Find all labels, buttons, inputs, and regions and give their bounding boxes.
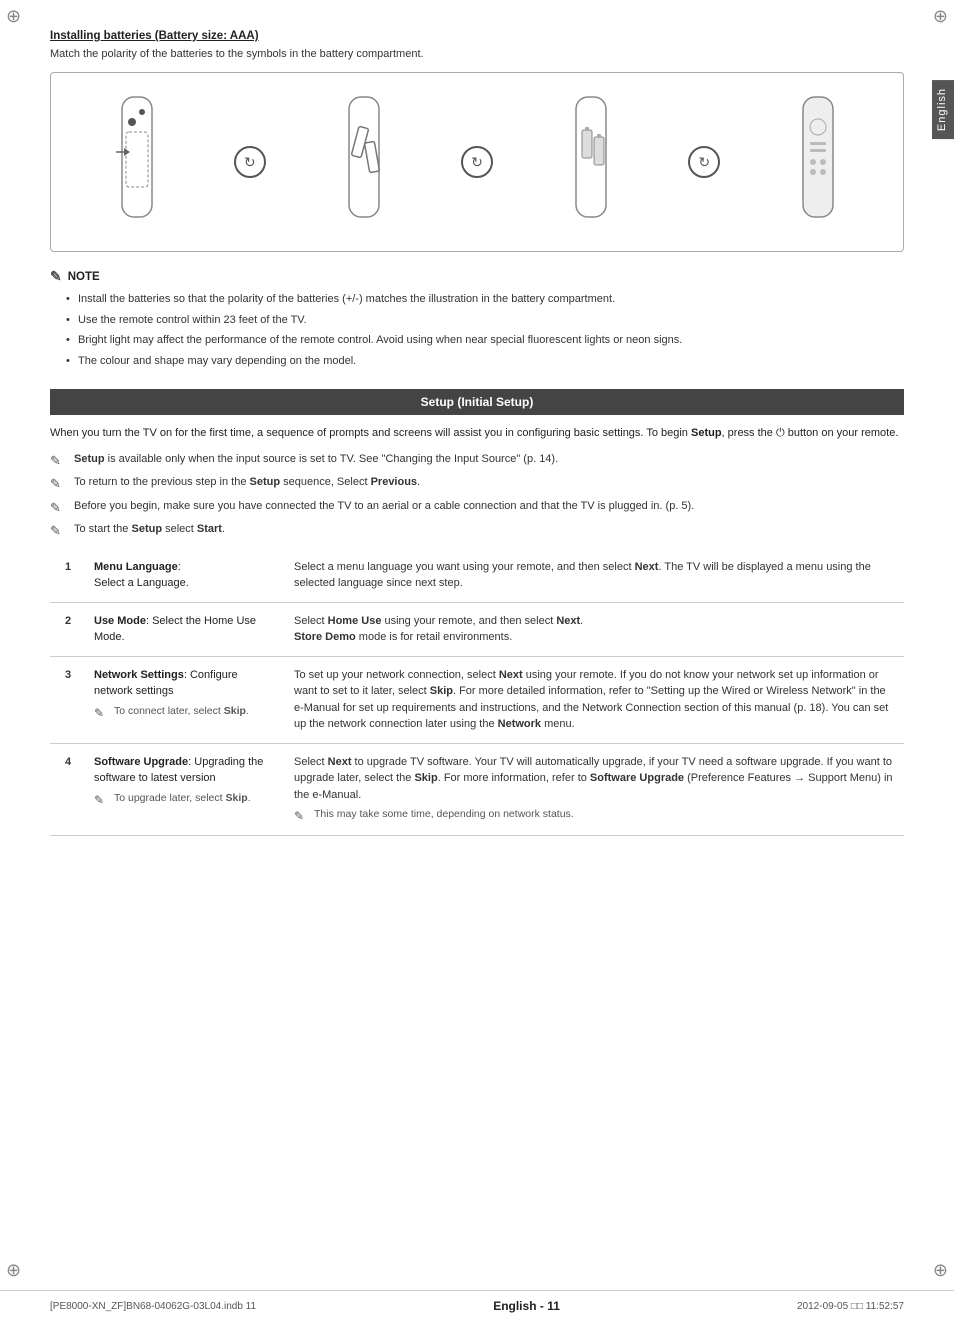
note-item-1: Install the batteries so that the polari… <box>66 291 904 308</box>
main-content: Installing batteries (Battery size: AAA)… <box>0 0 954 1290</box>
step-num-2: 2 <box>50 602 86 656</box>
battery-step-2 <box>331 92 396 232</box>
arrow-1: ↻ <box>234 146 266 178</box>
step-num-3: 3 <box>50 656 86 743</box>
step-desc-subnote-text-4: This may take some time, depending on ne… <box>314 807 574 823</box>
note-item-2: Use the remote control within 23 feet of… <box>66 312 904 329</box>
setup-section: Setup (Initial Setup) When you turn the … <box>50 389 904 836</box>
battery-subtitle: Match the polarity of the batteries to t… <box>50 48 904 60</box>
arrow-3: ↻ <box>688 146 720 178</box>
remote-svg-3 <box>558 92 623 232</box>
step-label-bold-4: Software Upgrade <box>94 756 188 768</box>
step-desc-3: To set up your network connection, selec… <box>286 656 904 743</box>
setup-note-text-1: Setup is available only when the input s… <box>74 451 558 468</box>
setup-intro: When you turn the TV on for the first ti… <box>50 425 904 443</box>
step-subnote-3: ✎ To connect later, select Skip. <box>94 704 278 722</box>
remote-svg-4 <box>785 92 850 232</box>
setup-header: Setup (Initial Setup) <box>50 389 904 415</box>
footer-left: [PE8000-XN_ZF]BN68-04062G-03L04.indb 11 <box>50 1301 256 1312</box>
setup-note-text-2: To return to the previous step in the Se… <box>74 474 420 491</box>
step-label-2: Use Mode: Select the Home Use Mode. <box>86 602 286 656</box>
crosshair-tl: ⊕ <box>6 6 21 27</box>
setup-note-1: ✎ Setup is available only when the input… <box>50 451 904 471</box>
setup-note-text-3: Before you begin, make sure you have con… <box>74 498 694 515</box>
setup-note-2: ✎ To return to the previous step in the … <box>50 474 904 494</box>
note-section: ✎ NOTE Install the batteries so that the… <box>50 268 904 369</box>
side-tab-english: English <box>932 80 954 139</box>
battery-step-3 <box>558 92 623 232</box>
step-row-2: 2 Use Mode: Select the Home Use Mode. Se… <box>50 602 904 656</box>
step-num-4: 4 <box>50 743 86 836</box>
step-label-bold-2: Use Mode <box>94 615 146 627</box>
note-sym-3: ✎ <box>50 498 68 518</box>
step-label-bold-1: Menu Language <box>94 561 178 573</box>
step-row-4: 4 Software Upgrade: Upgrading the softwa… <box>50 743 904 836</box>
note-item-3: Bright light may affect the performance … <box>66 332 904 349</box>
setup-note-text-4: To start the Setup select Start. <box>74 521 225 538</box>
arrow-2: ↻ <box>461 146 493 178</box>
step-desc-subnote-4: ✎ This may take some time, depending on … <box>294 807 896 825</box>
note-label: NOTE <box>68 271 100 283</box>
remote-svg-2 <box>331 92 396 232</box>
crosshair-tr: ⊕ <box>933 6 948 27</box>
step-subnote-sym-4: ✎ <box>94 791 110 809</box>
step-desc-1: Select a menu language you want using yo… <box>286 549 904 603</box>
page-wrapper: ⊕ ⊕ ⊕ ⊕ English Installing batteries (Ba… <box>0 0 954 1321</box>
setup-note-3: ✎ Before you begin, make sure you have c… <box>50 498 904 518</box>
note-list: Install the batteries so that the polari… <box>50 291 904 369</box>
note-sym-1: ✎ <box>50 451 68 471</box>
remote-svg-1 <box>104 92 169 232</box>
step-row-3: 3 Network Settings: Configure network se… <box>50 656 904 743</box>
battery-images: ↻ ↻ <box>71 92 883 232</box>
note-icon: ✎ <box>50 268 62 285</box>
note-header: ✎ NOTE <box>50 268 904 285</box>
step-subnote-4: ✎ To upgrade later, select Skip. <box>94 791 278 809</box>
step-subnote-text-4: To upgrade later, select Skip. <box>114 791 251 807</box>
crosshair-br: ⊕ <box>933 1260 948 1281</box>
step-label-4: Software Upgrade: Upgrading the software… <box>86 743 286 836</box>
step-label-1: Menu Language: Select a Language. <box>86 549 286 603</box>
step-num-1: 1 <box>50 549 86 603</box>
setup-note-4: ✎ To start the Setup select Start. <box>50 521 904 541</box>
battery-section: Installing batteries (Battery size: AAA)… <box>50 30 904 252</box>
page-footer: [PE8000-XN_ZF]BN68-04062G-03L04.indb 11 … <box>0 1290 954 1321</box>
note-sym-4: ✎ <box>50 521 68 541</box>
note-sym-2: ✎ <box>50 474 68 494</box>
battery-step-4 <box>785 92 850 232</box>
step-label-bold-3: Network Settings <box>94 669 184 681</box>
note-item-4: The colour and shape may vary depending … <box>66 353 904 370</box>
step-desc-4: Select Next to upgrade TV software. Your… <box>286 743 904 836</box>
step-subnote-text-3: To connect later, select Skip. <box>114 704 249 720</box>
step-desc-2: Select Home Use using your remote, and t… <box>286 602 904 656</box>
step-subnote-sym-3: ✎ <box>94 704 110 722</box>
battery-step-1 <box>104 92 169 232</box>
footer-center: English - 11 <box>493 1299 560 1313</box>
step-desc-subnote-sym-4: ✎ <box>294 807 310 825</box>
battery-diagram: ↻ ↻ <box>50 72 904 252</box>
battery-title: Installing batteries (Battery size: AAA) <box>50 30 904 42</box>
footer-right: 2012-09-05 □□ 11:52:57 <box>797 1301 904 1312</box>
step-label-3: Network Settings: Configure network sett… <box>86 656 286 743</box>
step-row-1: 1 Menu Language: Select a Language. Sele… <box>50 549 904 603</box>
crosshair-bl: ⊕ <box>6 1260 21 1281</box>
steps-table: 1 Menu Language: Select a Language. Sele… <box>50 549 904 837</box>
